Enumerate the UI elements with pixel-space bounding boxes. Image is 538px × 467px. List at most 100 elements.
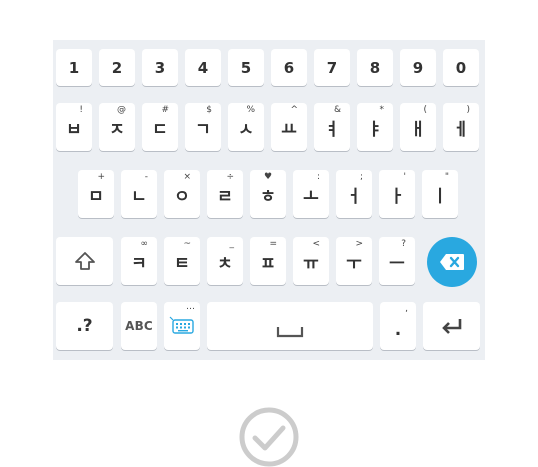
hangul-key[interactable]: _ ㅊ (207, 237, 243, 285)
key-label: ㅅ (238, 119, 254, 140)
key-label: ㅇ (174, 186, 190, 207)
key-label: ㄹ (217, 186, 233, 207)
confirm-button[interactable] (238, 406, 300, 467)
key-label: ㅡ (389, 253, 405, 274)
hangul-key[interactable]: ^ ㅛ (271, 103, 307, 151)
key-hint: ; (359, 172, 363, 182)
hangul-key[interactable]: ÷ ㄹ (207, 170, 243, 218)
hangul-key[interactable]: $ ㄱ (185, 103, 221, 151)
hangul-key[interactable]: ' ㅏ (379, 170, 415, 218)
key-hint: & (333, 105, 341, 115)
key-label: 3 (154, 58, 166, 77)
number-key[interactable]: 5 (228, 49, 264, 86)
hangul-key[interactable]: ) ㅔ (443, 103, 479, 151)
hangul-key[interactable]: < ㅠ (293, 237, 329, 285)
number-key[interactable]: 4 (185, 49, 221, 86)
key-label: 0 (455, 58, 467, 77)
hangul-key[interactable]: :ㅗ (293, 170, 329, 218)
enter-key[interactable] (423, 302, 480, 350)
number-key[interactable]: 9 (400, 49, 436, 86)
hangul-key[interactable]: (ㅐ (400, 103, 436, 151)
number-key[interactable]: 0 (443, 49, 479, 86)
key-label: ㅔ (453, 119, 469, 140)
key-label: ㅎ (260, 186, 276, 207)
hangul-key[interactable]: * ㅑ (357, 103, 393, 151)
number-key[interactable]: 6 (271, 49, 307, 86)
key-label: ㅕ (324, 119, 340, 140)
key-label: ㅂ (66, 119, 82, 140)
period-label: . (394, 319, 402, 340)
key-hint: ∞ (140, 239, 149, 249)
backspace-icon (440, 254, 464, 270)
number-key[interactable]: 7 (314, 49, 350, 86)
delete-key[interactable] (427, 237, 477, 287)
key-label: ㄱ (195, 119, 211, 140)
hangul-key[interactable]: @ ㅈ (99, 103, 135, 151)
key-label: ㅋ (131, 253, 147, 274)
key-label: ㅐ (410, 119, 426, 140)
space-bar-icon (276, 327, 304, 338)
key-label: ㅍ (260, 253, 276, 274)
key-label: ㅜ (346, 253, 362, 274)
hangul-key[interactable]: ? ㅡ (379, 237, 415, 285)
key-hint: ^ (290, 105, 298, 115)
key-hint: × (183, 172, 191, 182)
keyboard-settings-key[interactable]: … (164, 302, 200, 350)
key-hint: < (312, 239, 320, 249)
key-hint: ? (401, 239, 406, 249)
key-hint: ~ (183, 239, 191, 249)
key-hint: ( (423, 105, 427, 115)
key-hint: @ (117, 105, 126, 115)
hangul-key[interactable]: ; ㅓ (336, 170, 372, 218)
key-label: 6 (283, 58, 295, 77)
key-hint: ) (466, 105, 470, 115)
symbols-key[interactable]: .? (56, 302, 113, 350)
hangul-key[interactable]: # ㄷ (142, 103, 178, 151)
key-hint: ÷ (226, 172, 234, 182)
hangul-key[interactable]: ~ ㅌ (164, 237, 200, 285)
hangul-key[interactable]: = ㅍ (250, 237, 286, 285)
number-key[interactable]: 1 (56, 49, 92, 86)
hangul-key[interactable]: + ㅁ (78, 170, 114, 218)
key-hint: ! (79, 105, 83, 115)
key-hint: # (161, 105, 169, 115)
abc-key[interactable]: ABC (121, 302, 157, 350)
hangul-key[interactable]: ! ㅂ (56, 103, 92, 151)
shift-key[interactable] (56, 237, 113, 285)
key-label: ㅗ (303, 186, 319, 207)
key-label: ㅏ (389, 186, 405, 207)
hangul-key[interactable]: > ㅜ (336, 237, 372, 285)
abc-label: ABC (125, 319, 153, 333)
period-key[interactable]: , . (380, 302, 416, 350)
number-key[interactable]: 2 (99, 49, 135, 86)
key-label: ㅌ (174, 253, 190, 274)
key-label: ㅠ (303, 253, 319, 274)
hangul-key[interactable]: -ㄴ (121, 170, 157, 218)
key-label: 4 (197, 58, 209, 77)
hangul-key[interactable]: ♥ ㅎ (250, 170, 286, 218)
hangul-key[interactable]: % ㅅ (228, 103, 264, 151)
key-hint: = (269, 239, 277, 249)
key-label: 7 (326, 58, 338, 77)
symbols-label: .? (76, 316, 93, 336)
key-hint: ♥ (263, 172, 273, 182)
hangul-key[interactable]: & ㅕ (314, 103, 350, 151)
hangul-key[interactable]: × ㅇ (164, 170, 200, 218)
space-key[interactable] (207, 302, 373, 350)
key-label: ㅁ (88, 186, 104, 207)
key-hint: _ (229, 239, 235, 249)
number-key[interactable]: 8 (357, 49, 393, 86)
key-label: 5 (240, 58, 252, 77)
key-label: ㅓ (346, 186, 362, 207)
key-label: 2 (111, 58, 123, 77)
number-key[interactable]: 3 (142, 49, 178, 86)
key-hint: * (379, 105, 385, 115)
key-label: 8 (369, 58, 381, 77)
key-hint: + (97, 172, 105, 182)
key-hint: " (444, 172, 449, 182)
keyboard-settings-hint: … (186, 302, 195, 312)
key-label: 1 (68, 58, 80, 77)
hangul-key[interactable]: ∞ ㅋ (121, 237, 157, 285)
key-label: ㅊ (217, 253, 233, 274)
hangul-key[interactable]: " ㅣ (422, 170, 458, 218)
